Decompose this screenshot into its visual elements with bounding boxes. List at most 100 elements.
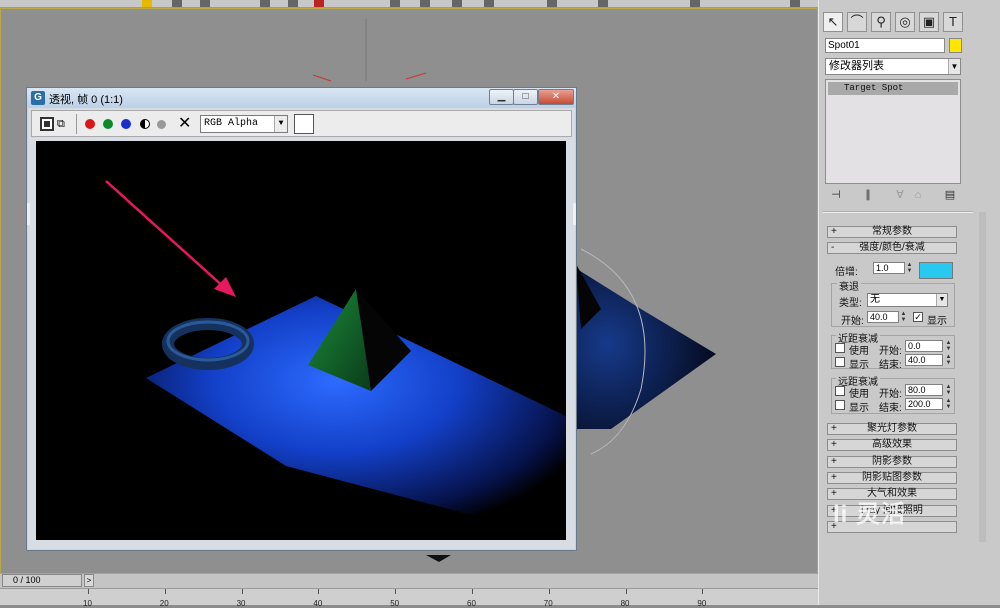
toolbar-icon[interactable] bbox=[547, 0, 557, 7]
modifier-stack[interactable]: Target Spot bbox=[825, 79, 961, 184]
toolbar-icon[interactable] bbox=[390, 0, 400, 7]
copy-icon[interactable]: ⧉ bbox=[57, 117, 71, 131]
toolbar-icon[interactable] bbox=[288, 0, 298, 7]
create-tab-icon[interactable]: ↖ bbox=[823, 12, 843, 32]
time-slider[interactable]: 0 / 100 bbox=[2, 574, 82, 587]
scrollbar-right[interactable] bbox=[573, 203, 576, 225]
modify-tab-icon[interactable]: ⌒ bbox=[847, 12, 867, 32]
track-bar[interactable]: 10 20 30 40 50 60 70 80 90 bbox=[0, 588, 818, 608]
next-frame-button[interactable]: > bbox=[84, 574, 94, 587]
toolbar-icon[interactable] bbox=[420, 0, 430, 7]
modifier-list-dropdown[interactable]: 修改器列表 ▼ bbox=[825, 58, 961, 75]
stack-item-target-spot[interactable]: Target Spot bbox=[828, 82, 958, 95]
annotation-arrow bbox=[105, 180, 227, 290]
toolbar-icon[interactable] bbox=[598, 0, 608, 7]
chevron-down-icon[interactable]: ▼ bbox=[936, 294, 947, 306]
track-tick bbox=[702, 589, 704, 594]
motion-tab-icon[interactable]: ◎ bbox=[895, 12, 915, 32]
far-show-checkbox[interactable] bbox=[835, 400, 845, 410]
rollout-shadow-map-params[interactable]: + 阴影贴图参数 bbox=[827, 472, 957, 484]
minimize-button[interactable]: ▁ bbox=[489, 89, 514, 105]
spinner-icon[interactable]: ▲ ▼ bbox=[906, 262, 913, 274]
blue-channel-icon[interactable] bbox=[121, 119, 131, 129]
clear-icon[interactable]: ✕ bbox=[178, 116, 192, 132]
toolbar-icon[interactable] bbox=[452, 0, 462, 7]
window-titlebar[interactable]: G 透视, 帧 0 (1:1) ▁ □ ✕ bbox=[27, 88, 576, 108]
spinner-icon[interactable]: ▲ ▼ bbox=[900, 311, 907, 323]
scrollbar-left[interactable] bbox=[27, 203, 30, 225]
toolbar-icon[interactable] bbox=[790, 0, 800, 7]
track-tick bbox=[318, 589, 320, 594]
green-channel-icon[interactable] bbox=[103, 119, 113, 129]
rollout-shadow-params[interactable]: + 阴影参数 bbox=[827, 456, 957, 468]
command-panel: ↖ ⌒ ⚲ ◎ ▣ T Spot01 修改器列表 ▼ Target Spot ⊣… bbox=[818, 0, 1000, 605]
render-canvas bbox=[36, 141, 566, 540]
object-color-swatch[interactable] bbox=[949, 38, 962, 53]
toolbar-icon[interactable] bbox=[200, 0, 210, 7]
pin-stack-icon[interactable]: ⊣ bbox=[829, 188, 843, 202]
decay-type-select[interactable]: 无 ▼ bbox=[867, 293, 948, 307]
toolbar-icon[interactable] bbox=[260, 0, 270, 7]
object-name-field[interactable]: Spot01 bbox=[825, 38, 945, 53]
near-use-checkbox[interactable] bbox=[835, 343, 845, 353]
rendered-frame-window[interactable]: G 透视, 帧 0 (1:1) ▁ □ ✕ ⧉ ✕ RGB Alpha ▼ bbox=[26, 87, 577, 551]
rollout-general-params[interactable]: + 常规参数 bbox=[827, 226, 957, 238]
color-swatch[interactable] bbox=[294, 114, 314, 134]
far-use-label: 使用 bbox=[849, 389, 869, 400]
far-use-checkbox[interactable] bbox=[835, 386, 845, 396]
show-end-result-icon[interactable]: ∥ bbox=[861, 188, 875, 202]
display-tab-icon[interactable]: ▣ bbox=[919, 12, 939, 32]
toolbar-separator bbox=[76, 114, 77, 134]
far-end-input[interactable]: 200.0 bbox=[905, 398, 943, 410]
channel-select[interactable]: RGB Alpha ▼ bbox=[200, 115, 288, 133]
rollout-advanced-effects[interactable]: + 高级效果 bbox=[827, 439, 957, 451]
spinner-icon[interactable]: ▲ ▼ bbox=[945, 384, 952, 396]
toolbar-icon[interactable] bbox=[484, 0, 494, 7]
decay-show-checkbox[interactable]: ✓ bbox=[913, 312, 923, 322]
near-end-label: 结束: bbox=[879, 360, 902, 371]
panel-divider bbox=[823, 211, 973, 213]
hierarchy-tab-icon[interactable]: ⚲ bbox=[871, 12, 891, 32]
spinner-icon[interactable]: ▲ ▼ bbox=[945, 354, 952, 366]
monochrome-icon[interactable] bbox=[157, 120, 166, 129]
channel-select-value: RGB Alpha bbox=[204, 118, 259, 129]
make-unique-icon[interactable]: ∀ bbox=[893, 188, 907, 202]
toolbar-icon[interactable] bbox=[690, 0, 700, 7]
remove-modifier-icon[interactable]: ⌂ bbox=[911, 188, 925, 202]
near-show-checkbox[interactable] bbox=[835, 357, 845, 367]
save-icon[interactable] bbox=[40, 117, 54, 131]
select-region-icon[interactable] bbox=[172, 0, 182, 7]
track-tick-label: 80 bbox=[620, 599, 630, 608]
time-slider-bar: 0 / 100 > bbox=[0, 574, 818, 588]
red-channel-icon[interactable] bbox=[85, 119, 95, 129]
watermark: li 灵活 bbox=[833, 501, 907, 528]
spinner-icon[interactable]: ▲ ▼ bbox=[945, 398, 952, 410]
select-tool-icon[interactable] bbox=[142, 0, 152, 7]
toolbar-icon[interactable] bbox=[314, 0, 324, 7]
rollout-intensity-color-atten[interactable]: - 强度/颜色/衰减 bbox=[827, 242, 957, 254]
far-start-input[interactable]: 80.0 bbox=[905, 384, 943, 396]
utilities-tab-icon[interactable]: T bbox=[943, 12, 963, 32]
track-tick bbox=[472, 589, 473, 594]
track-tick-label: 90 bbox=[697, 599, 707, 608]
near-end-input[interactable]: 40.0 bbox=[905, 354, 943, 366]
maximize-button[interactable]: □ bbox=[513, 89, 538, 105]
decay-type-label: 类型: bbox=[839, 298, 862, 309]
rollout-spotlight-params[interactable]: + 聚光灯参数 bbox=[827, 423, 957, 435]
track-tick-label: 40 bbox=[313, 599, 323, 608]
light-marker bbox=[405, 72, 427, 80]
chevron-down-icon[interactable]: ▼ bbox=[948, 59, 960, 74]
spinner-icon[interactable]: ▲ ▼ bbox=[945, 340, 952, 352]
near-start-input[interactable]: 0.0 bbox=[905, 340, 943, 352]
light-marker bbox=[312, 74, 332, 82]
track-tick bbox=[88, 589, 89, 594]
track-tick-label: 60 bbox=[467, 599, 476, 608]
alpha-channel-icon[interactable] bbox=[140, 119, 150, 129]
panel-scrollbar[interactable] bbox=[979, 212, 986, 542]
chevron-down-icon[interactable]: ▼ bbox=[274, 116, 287, 132]
close-button[interactable]: ✕ bbox=[538, 89, 574, 105]
configure-sets-icon[interactable]: ▤ bbox=[943, 188, 957, 202]
multiplier-input[interactable]: 1.0 bbox=[873, 262, 905, 274]
decay-start-input[interactable]: 40.0 bbox=[867, 311, 899, 323]
light-color-swatch[interactable] bbox=[919, 262, 953, 279]
